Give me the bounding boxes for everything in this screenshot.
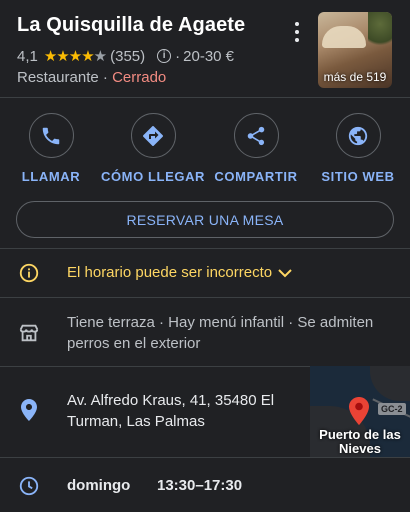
share-label: COMPARTIR [214, 169, 298, 184]
stars-filled-icon: ★★★★ [43, 48, 95, 65]
hours-warning-text: El horario puede ser incorrecto [67, 264, 273, 281]
divider [0, 297, 410, 298]
call-label: LLAMAR [21, 169, 81, 184]
rating-line: 4,1 ★★★★★ (355) i · 20-30 € [17, 47, 235, 66]
map-land [370, 366, 410, 401]
divider [0, 248, 410, 249]
website-label: SITIO WEB [321, 169, 395, 184]
globe-icon [348, 126, 368, 145]
directions-icon [143, 125, 163, 146]
more-options-icon[interactable] [290, 22, 304, 42]
action-bar: LLAMAR CÓMO LLEGAR COMPARTIR SITIO WEB [0, 113, 410, 185]
category: Restaurante [17, 69, 99, 86]
hours-time: 13:30–17:30 [157, 477, 243, 494]
share-circle[interactable] [233, 113, 279, 158]
rating-value: 4,1 [17, 47, 38, 65]
photo-umbrella [322, 26, 366, 48]
map-thumbnail[interactable]: GC-2 Puerto de las Nieves [310, 366, 410, 457]
star-empty-icon: ★ [93, 48, 107, 65]
hours-row[interactable]: domingo 13:30–17:30 [0, 474, 410, 499]
road-badge: GC-2 [378, 403, 406, 415]
category-separator: · [98, 69, 113, 86]
hours-day: domingo [67, 477, 131, 494]
category-line: Restaurante · Cerrado [17, 69, 166, 86]
website-circle[interactable] [335, 113, 381, 158]
open-status[interactable]: Cerrado [112, 69, 166, 86]
place-photo[interactable]: más de 519 [318, 12, 392, 88]
call-circle[interactable] [28, 113, 74, 158]
share-icon [247, 126, 265, 145]
share-button[interactable]: COMPARTIR [206, 113, 306, 184]
info-icon [17, 261, 41, 285]
storefront-icon [17, 321, 41, 345]
clock-icon [17, 474, 41, 498]
photo-count-caption: más de 519 [323, 70, 387, 84]
reserve-table-button[interactable]: RESERVAR UNA MESA [16, 201, 394, 238]
price-range: 20-30 € [183, 47, 235, 65]
rating-stars: ★★★★★ [43, 47, 107, 65]
divider [0, 457, 410, 458]
place-title: La Quisquilla de Agaete [17, 14, 246, 36]
price-info-icon[interactable]: i [157, 49, 172, 63]
amenities-row[interactable]: Tiene terraza · Hay menú infantil · Se a… [0, 312, 410, 354]
price-separator: · [175, 47, 181, 65]
website-button[interactable]: SITIO WEB [308, 113, 408, 184]
hours-warning-row[interactable]: El horario puede ser incorrecto [0, 262, 410, 284]
photo-palm [368, 12, 392, 52]
map-place-label: Puerto de las Nieves [319, 427, 401, 456]
address-text: Av. Alfredo Kraus, 41, 35480 El Turman, … [67, 392, 275, 430]
review-count[interactable]: (355) [110, 48, 145, 65]
place-header: La Quisquilla de Agaete 4,1 ★★★★★ (355) … [0, 0, 410, 97]
directions-circle[interactable] [130, 113, 176, 158]
chevron-down-icon[interactable] [277, 266, 293, 280]
phone-icon [42, 127, 60, 144]
directions-label: CÓMO LLEGAR [100, 169, 206, 184]
map-pin-icon [349, 397, 369, 425]
amenities-text: Tiene terraza · Hay menú infantil · Se a… [67, 314, 374, 352]
divider [0, 97, 410, 98]
directions-button[interactable]: CÓMO LLEGAR [100, 113, 206, 184]
call-button[interactable]: LLAMAR [1, 113, 101, 184]
location-pin-icon [17, 398, 41, 422]
